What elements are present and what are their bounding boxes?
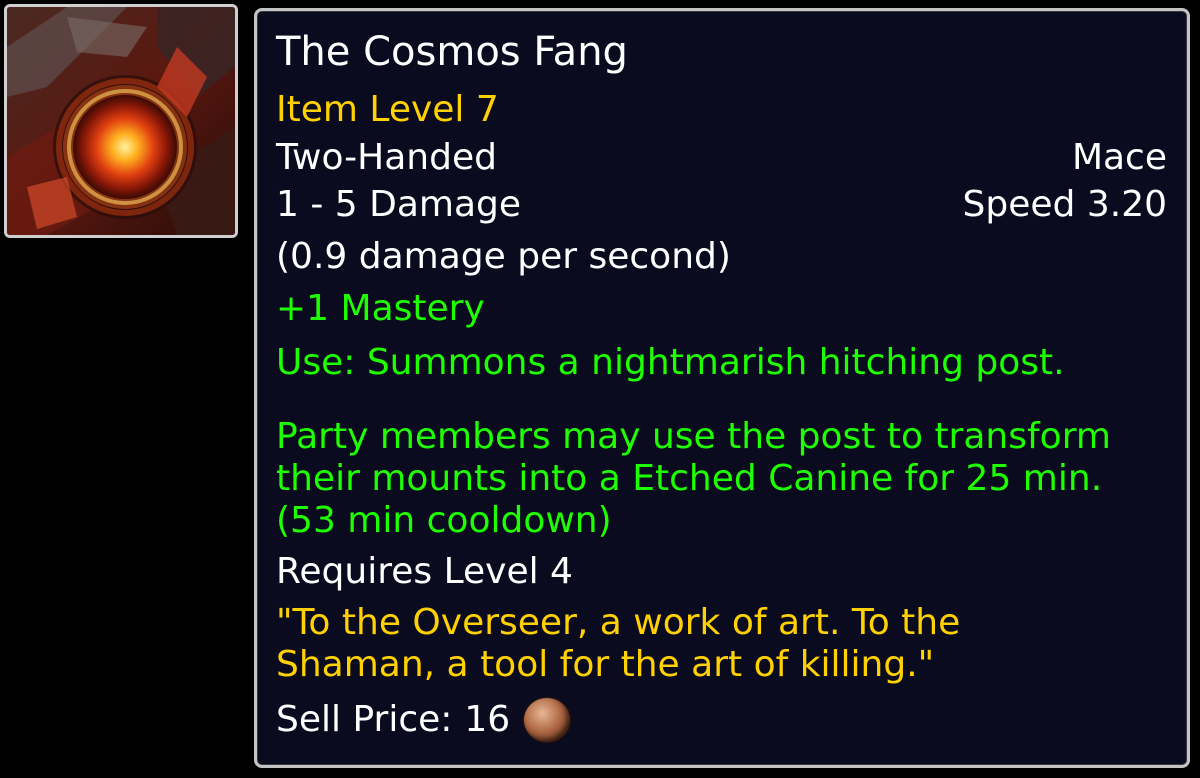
item-damage: 1 - 5 Damage <box>276 184 522 225</box>
item-name: The Cosmos Fang <box>276 29 628 75</box>
sell-price-value: 16 <box>464 699 511 740</box>
item-icon[interactable] <box>4 4 238 238</box>
item-dps: (0.9 damage per second) <box>276 236 731 277</box>
flavor-line: "To the Overseer, a work of art. To the <box>276 602 961 643</box>
slot-row: Two-Handed Mace <box>276 134 1167 181</box>
item-use-detail: Party members may use the post to transf… <box>276 416 1167 542</box>
item-slot: Two-Handed <box>276 137 497 178</box>
damage-row: 1 - 5 Damage Speed 3.20 <box>276 181 1167 228</box>
flavor-line: Shaman, a tool for the art of killing." <box>276 644 935 685</box>
sell-price: Sell Price: 16 <box>276 690 1167 750</box>
item-requirement: Requires Level 4 <box>276 551 573 592</box>
item-tooltip: The Cosmos Fang Item Level 7 Two-Handed … <box>254 8 1190 768</box>
copper-coin-icon <box>524 698 571 742</box>
sell-price-label: Sell Price: <box>276 699 453 740</box>
item-flavor-text: "To the Overseer, a work of art. To the … <box>276 602 1167 686</box>
item-speed: Speed 3.20 <box>962 184 1167 225</box>
use-detail-line: (53 min cooldown) <box>276 500 612 541</box>
item-use-effect: Use: Summons a nightmarish hitching post… <box>276 342 1065 383</box>
mace-item-icon <box>7 7 235 235</box>
use-detail-line: their mounts into a Etched Canine for 25… <box>276 458 1103 499</box>
item-stat: +1 Mastery <box>276 288 485 329</box>
tooltip-content: The Cosmos Fang Item Level 7 Two-Handed … <box>276 29 1167 750</box>
item-level: Item Level 7 <box>276 89 499 130</box>
use-detail-line: Party members may use the post to transf… <box>276 416 1111 457</box>
item-type: Mace <box>1071 137 1167 178</box>
